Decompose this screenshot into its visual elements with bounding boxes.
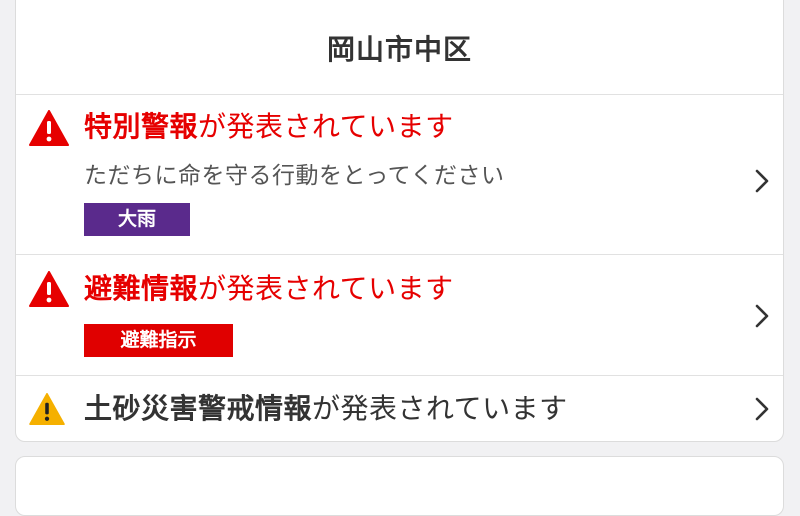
evacuation-info-title: 避難情報が発表されています — [84, 272, 454, 306]
evacuation-order-tag: 避難指示 — [84, 324, 233, 357]
warning-triangle-yellow-icon — [29, 393, 65, 425]
landslide-alert-title: 土砂災害警戒情報が発表されています — [84, 392, 568, 426]
landslide-alert-title-emphasis: 土砂災害警戒情報 — [84, 392, 313, 425]
landslide-alert-row[interactable]: 土砂災害警戒情報が発表されています — [16, 376, 783, 441]
location-title: 岡山市中区 — [16, 0, 783, 95]
evacuation-info-title-rest: が発表されています — [198, 272, 454, 305]
special-warning-title-emphasis: 特別警報 — [84, 110, 199, 143]
special-warning-title-rest: が発表されています — [198, 110, 454, 143]
special-warning-row[interactable]: 特別警報が発表されています ただちに命を守る行動をとってください 大雨 — [16, 95, 783, 255]
warning-triangle-red-icon — [29, 110, 69, 146]
alert-card: 岡山市中区 特別警報が発表されています ただちに命を守る行動をとってください 大… — [15, 0, 784, 442]
chevron-right-icon — [755, 397, 769, 421]
evacuation-info-row[interactable]: 避難情報が発表されています 避難指示 — [16, 255, 783, 376]
chevron-right-icon — [755, 304, 769, 328]
landslide-alert-title-rest: が発表されています — [312, 392, 568, 425]
chevron-right-icon — [755, 169, 769, 193]
heavy-rain-tag: 大雨 — [84, 203, 190, 236]
evacuation-info-title-emphasis: 避難情報 — [84, 272, 199, 305]
next-card — [15, 456, 784, 516]
warning-triangle-red-icon — [29, 271, 69, 307]
special-warning-title: 特別警報が発表されています — [84, 110, 454, 144]
special-warning-description: ただちに命を守る行動をとってください — [84, 163, 505, 189]
